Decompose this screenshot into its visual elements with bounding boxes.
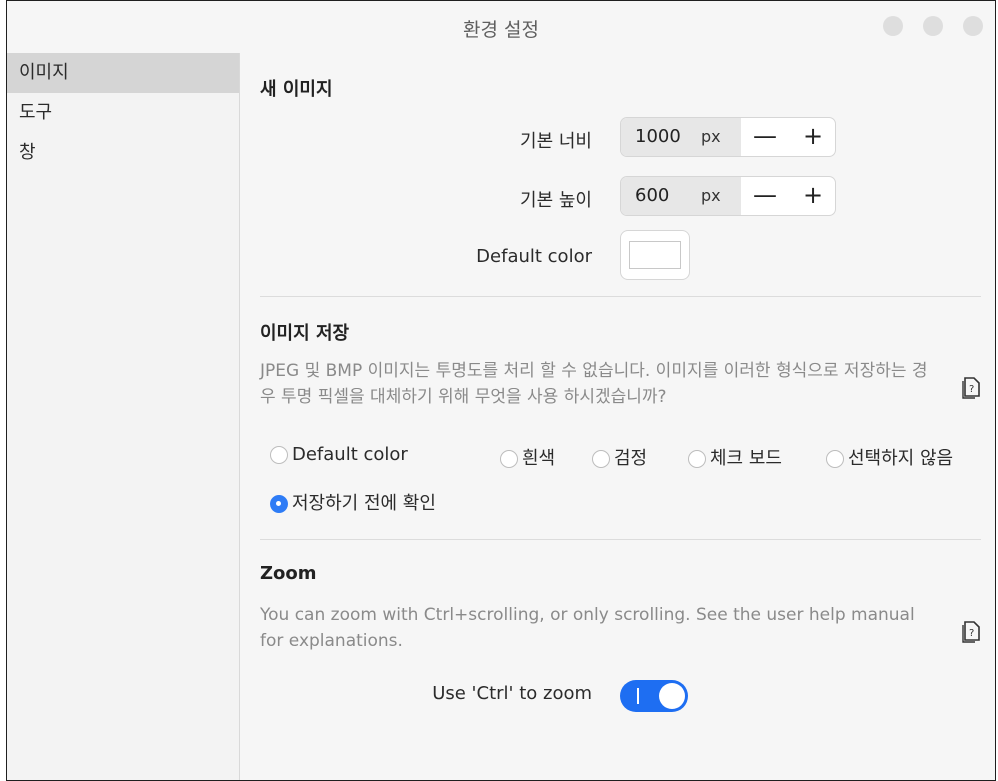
radio-checkerboard[interactable]: 체크 보드 bbox=[688, 444, 782, 470]
default-height-field[interactable]: 600 px bbox=[621, 177, 741, 215]
default-width-unit: px bbox=[701, 127, 721, 146]
default-width-value: 1000 bbox=[635, 126, 681, 147]
content-panel: 새 이미지 기본 너비 1000 px — + 기본 높이 600 px — +… bbox=[240, 53, 995, 780]
preferences-window: 환경 설정 이미지 도구 창 새 이미지 기본 너비 1000 px — + 기… bbox=[6, 0, 996, 781]
radio-default-color-label: Default color bbox=[292, 444, 408, 465]
svg-text:?: ? bbox=[969, 628, 974, 639]
width-decrease-button[interactable]: — bbox=[741, 118, 789, 156]
save-image-section-title: 이미지 저장 bbox=[260, 323, 350, 344]
radio-white[interactable]: 흰색 bbox=[500, 444, 555, 470]
default-height-label: 기본 높이 bbox=[520, 190, 592, 211]
window-title: 환경 설정 bbox=[463, 19, 539, 41]
radio-circle bbox=[826, 450, 844, 468]
radio-circle bbox=[500, 450, 518, 468]
default-width-label: 기본 너비 bbox=[520, 131, 592, 152]
default-color-button[interactable] bbox=[620, 230, 690, 280]
radio-circle bbox=[688, 450, 706, 468]
window-close-button[interactable] bbox=[963, 16, 983, 36]
window-minimize-button[interactable] bbox=[883, 16, 903, 36]
default-height-stepper: 600 px — + bbox=[620, 176, 836, 216]
radio-checkerboard-label: 체크 보드 bbox=[710, 448, 782, 469]
toggle-knob bbox=[659, 683, 685, 709]
radio-ask-before-save-label: 저장하기 전에 확인 bbox=[292, 493, 436, 514]
save-image-description: JPEG 및 BMP 이미지는 투명도를 처리 할 수 없습니다. 이미지를 이… bbox=[260, 361, 928, 407]
radio-default-color[interactable]: Default color bbox=[270, 444, 408, 465]
svg-text:?: ? bbox=[969, 384, 974, 395]
window-maximize-button[interactable] bbox=[923, 16, 943, 36]
sidebar: 이미지 도구 창 bbox=[7, 53, 240, 780]
help-icon[interactable]: ? bbox=[961, 375, 983, 399]
section-divider bbox=[260, 296, 981, 297]
default-color-label: Default color bbox=[476, 246, 592, 267]
height-increase-button[interactable]: + bbox=[789, 177, 835, 215]
zoom-section-title: Zoom bbox=[260, 563, 317, 584]
height-decrease-button[interactable]: — bbox=[741, 177, 789, 215]
radio-white-label: 흰색 bbox=[522, 448, 556, 469]
default-width-field[interactable]: 1000 px bbox=[621, 118, 741, 156]
width-increase-button[interactable]: + bbox=[789, 118, 835, 156]
ctrl-zoom-label: Use 'Ctrl' to zoom bbox=[432, 683, 592, 704]
title-bar: 환경 설정 bbox=[7, 1, 995, 53]
radio-circle-selected bbox=[270, 495, 288, 513]
sidebar-item-window[interactable]: 창 bbox=[7, 133, 239, 173]
default-height-value: 600 bbox=[635, 185, 670, 206]
radio-none-label: 선택하지 않음 bbox=[848, 448, 954, 469]
toggle-on-mark bbox=[637, 688, 639, 704]
sidebar-item-tools[interactable]: 도구 bbox=[7, 93, 239, 133]
radio-none[interactable]: 선택하지 않음 bbox=[826, 444, 953, 470]
radio-black[interactable]: 검정 bbox=[592, 444, 647, 470]
radio-black-label: 검정 bbox=[614, 448, 648, 469]
default-color-swatch bbox=[629, 241, 681, 269]
help-icon[interactable]: ? bbox=[961, 619, 983, 643]
section-divider bbox=[260, 539, 981, 540]
radio-ask-before-save[interactable]: 저장하기 전에 확인 bbox=[270, 489, 436, 515]
ctrl-zoom-toggle[interactable] bbox=[620, 680, 688, 712]
zoom-description: You can zoom with Ctrl+scrolling, or onl… bbox=[260, 605, 915, 651]
radio-circle bbox=[270, 446, 288, 464]
default-width-stepper: 1000 px — + bbox=[620, 117, 836, 157]
radio-circle bbox=[592, 450, 610, 468]
new-image-section-title: 새 이미지 bbox=[260, 79, 333, 100]
sidebar-item-image[interactable]: 이미지 bbox=[7, 53, 239, 93]
default-height-unit: px bbox=[701, 186, 721, 205]
